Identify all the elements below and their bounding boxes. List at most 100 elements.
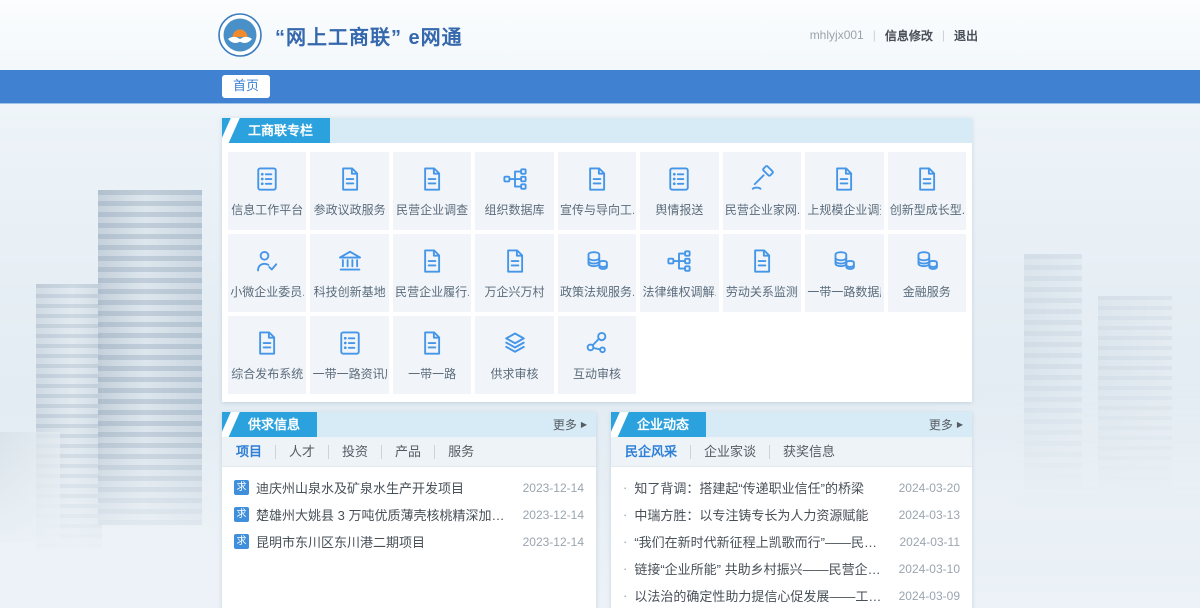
demand-badge: 求 [234,534,249,549]
service-tile-label: 宣传与导向工... [560,201,634,218]
background-buildings-right [965,220,1200,520]
nav-home-tab[interactable]: 首页 [222,75,270,98]
service-tile-label: 创新型成长型... [890,201,964,218]
service-tile-label: 互动审核 [573,365,621,382]
list-doc-icon [664,164,694,194]
tab-item[interactable]: 民企风采 [623,445,690,459]
database-icon [829,246,859,276]
gavel-icon [747,164,777,194]
tab-item[interactable]: 获奖信息 [769,445,848,459]
bank-icon [335,246,365,276]
database-icon [912,246,942,276]
service-tile[interactable]: 宣传与导向工... [558,152,636,230]
service-tile[interactable]: 一带一路数据库 [805,234,883,312]
news-title-link[interactable]: 迪庆州山泉水及矿泉水生产开发项目 [256,478,511,497]
service-tile-label: 一带一路资讯库 [313,365,387,382]
site-logo-icon [218,13,262,57]
file-icon [582,164,612,194]
tab-item[interactable]: 服务 [434,445,487,459]
news-title-link[interactable]: 楚雄州大姚县 3 万吨优质薄壳核桃精深加工及科... [256,505,511,524]
more-link[interactable]: 更多 ▶ [553,416,587,433]
supply-list: 求迪庆州山泉水及矿泉水生产开发项目2023-12-14求楚雄州大姚县 3 万吨优… [222,467,596,559]
more-label: 更多 [553,416,577,433]
service-tile-label: 金融服务 [903,283,951,300]
file-icon [829,164,859,194]
service-tile[interactable]: 金融服务 [888,234,966,312]
service-tile[interactable]: 民营企业家网... [723,152,801,230]
service-tile[interactable]: 劳动关系监测 [723,234,801,312]
more-link[interactable]: 更多 ▶ [929,416,963,433]
service-tile-label: 供求审核 [491,365,539,382]
service-tile[interactable]: 民营企业调查 [393,152,471,230]
service-tile-label: 政策法规服务... [560,283,634,300]
service-tile[interactable]: 民营企业履行... [393,234,471,312]
tab-item[interactable]: 人才 [275,445,328,459]
service-tile-label: 组织数据库 [485,201,545,218]
demand-badge: 求 [234,480,249,495]
file-icon [417,164,447,194]
separator: | [942,28,945,42]
service-tile-label: 法律维权调解... [642,283,716,300]
item-date: 2023-12-14 [523,508,584,522]
service-tile[interactable]: 上规模企业调查 [805,152,883,230]
file-icon [417,246,447,276]
more-arrow-icon: ▶ [581,421,587,429]
service-tile[interactable]: 小微企业委员... [228,234,306,312]
panel-header: 企业动态 更多 ▶ [611,412,972,437]
org-tree-icon [500,164,530,194]
service-tile[interactable]: 供求审核 [475,316,553,394]
tab-item[interactable]: 企业家谈 [690,445,769,459]
service-tile[interactable]: 信息工作平台 [228,152,306,230]
more-label: 更多 [929,416,953,433]
service-tile[interactable]: 参政议政服务 [310,152,388,230]
bullet-dot: · [623,507,627,522]
info-edit-link[interactable]: 信息修改 [885,27,933,44]
supply-tab-bar: 项目人才投资产品服务 [222,437,596,467]
service-tile-label: 上规模企业调查 [807,201,881,218]
logout-link[interactable]: 退出 [954,27,978,44]
bullet-dot: · [623,534,627,549]
service-tile-label: 一带一路 [408,365,456,382]
service-tile[interactable]: 政策法规服务... [558,234,636,312]
service-tile[interactable]: 万企兴万村 [475,234,553,312]
tab-item[interactable]: 项目 [234,445,275,459]
service-tile[interactable]: 一带一路资讯库 [310,316,388,394]
list-item: ·“我们在新时代新征程上凯歌而行”——民营...2024-03-11 [623,528,960,555]
news-title-link[interactable]: 以法治的确定性助力提信心促发展——工商联... [634,586,886,605]
service-tile[interactable]: 互动审核 [558,316,636,394]
fic-column-panel: 工商联专栏 信息工作平台参政议政服务民营企业调查组织数据库宣传与导向工... 舆情… [222,118,972,402]
service-tile[interactable]: 组织数据库 [475,152,553,230]
news-title-link[interactable]: 中瑞方胜：以专注铸专长为人力资源赋能 [634,505,886,524]
item-date: 2024-03-20 [899,481,960,495]
service-tile-label: 民营企业调查 [396,201,468,218]
news-title-link[interactable]: 知了背调：搭建起“传递职业信任”的桥梁 [634,478,886,497]
news-title-link[interactable]: 昆明市东川区东川港二期项目 [256,532,511,551]
news-title-link[interactable]: 链接“企业所能” 共助乡村振兴——民营企业... [634,559,886,578]
news-title-link[interactable]: “我们在新时代新征程上凯歌而行”——民营... [634,532,887,551]
demand-badge: 求 [234,507,249,522]
service-tile[interactable]: 法律维权调解... [640,234,718,312]
panel-title: 工商联专栏 [222,118,330,143]
item-date: 2024-03-13 [899,508,960,522]
item-date: 2024-03-10 [899,562,960,576]
tab-item[interactable]: 产品 [381,445,434,459]
service-tile[interactable]: 创新型成长型... [888,152,966,230]
file-icon [912,164,942,194]
news-list: · 知了背调：搭建起“传递职业信任”的桥梁 2024-03-20 · 中瑞方胜：以专注铸… [611,467,972,608]
list-item: ·链接“企业所能” 共助乡村振兴——民营企业...2024-03-10 [623,555,960,582]
service-tile-label: 科技创新基地 [314,283,386,300]
file-icon [335,164,365,194]
service-tile-label: 参政议政服务 [314,201,386,218]
list-item: · 中瑞方胜：以专注铸专长为人力资源赋能 2024-03-13 [623,501,960,528]
service-tile[interactable]: 科技创新基地 [310,234,388,312]
layers-icon [500,328,530,358]
service-tile[interactable]: 舆情报送 [640,152,718,230]
service-tile[interactable]: 综合发布系统 [228,316,306,394]
list-doc-icon [252,164,282,194]
service-tile[interactable]: 一带一路 [393,316,471,394]
tab-item[interactable]: 投资 [328,445,381,459]
item-date: 2023-12-14 [523,535,584,549]
item-date: 2024-03-09 [899,589,960,603]
service-tile-label: 民营企业履行... [395,283,469,300]
list-item: 求楚雄州大姚县 3 万吨优质薄壳核桃精深加工及科... 2023-12-14 [234,501,584,528]
